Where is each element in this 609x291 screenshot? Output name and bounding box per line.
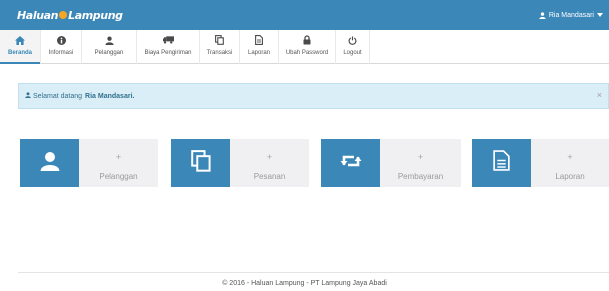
nav-label: Biaya Pengiriman xyxy=(144,50,192,56)
nav-label: Informasi xyxy=(48,50,74,56)
welcome-alert: Selamat datang Ria Mandasari. × xyxy=(18,83,609,109)
card-label: Pelanggan xyxy=(99,172,138,181)
alert-greeting: Selamat datang xyxy=(33,92,83,100)
user-icon xyxy=(40,151,60,176)
plus-icon: + xyxy=(417,152,424,162)
retweet-icon xyxy=(340,153,362,174)
copy-icon xyxy=(215,35,224,45)
user-icon xyxy=(104,35,114,45)
card-label: Pembayaran xyxy=(397,172,444,181)
truck-icon xyxy=(162,35,174,45)
nav-item-transaksi[interactable]: Transaksi xyxy=(200,30,239,64)
card-icon-box xyxy=(20,139,79,187)
nav-label: Pelanggan xyxy=(94,50,124,56)
brand-dot-icon xyxy=(59,11,68,19)
home-icon xyxy=(15,35,25,45)
lock-icon xyxy=(303,35,311,45)
nav-item-pelanggan[interactable]: Pelanggan xyxy=(82,30,136,64)
alert-message: Selamat datang Ria Mandasari. xyxy=(25,92,134,100)
card-pembayaran[interactable]: + Pembayaran xyxy=(321,139,461,187)
nav-item-beranda[interactable]: Beranda xyxy=(0,30,40,64)
nav-item-ubah-password[interactable]: Ubah Password xyxy=(279,30,335,64)
top-bar: Haluan Lampung Ria Mandasari xyxy=(0,0,609,30)
nav-item-informasi[interactable]: Informasi xyxy=(41,30,81,64)
brand-logo[interactable]: Haluan Lampung xyxy=(17,8,123,22)
document-icon xyxy=(493,150,510,176)
close-icon[interactable]: × xyxy=(597,90,602,100)
alert-user-name: Ria Mandasari. xyxy=(85,92,135,100)
main-nav: Beranda Informasi Pelanggan Biaya Pengir… xyxy=(0,30,609,64)
brand-name-right: Lampung xyxy=(68,8,123,22)
nav-label: Laporan xyxy=(247,50,271,56)
footer-text: © 2016 - Haluan Lampung - PT Lampung Jay… xyxy=(222,280,387,287)
card-pelanggan[interactable]: + Pelanggan xyxy=(20,139,158,187)
nav-label: Transaksi xyxy=(206,50,233,56)
user-icon xyxy=(25,92,31,100)
nav-label: Logout xyxy=(343,50,362,56)
info-icon xyxy=(56,35,66,45)
nav-divider xyxy=(369,30,370,64)
nav-item-biaya-pengiriman[interactable]: Biaya Pengiriman xyxy=(137,30,199,64)
caret-down-icon xyxy=(597,13,603,17)
brand-name-left: Haluan xyxy=(17,8,59,22)
card-laporan[interactable]: + Laporan xyxy=(472,139,609,187)
user-icon xyxy=(539,11,546,19)
card-icon-box xyxy=(171,139,230,187)
power-icon xyxy=(348,35,357,45)
user-name: Ria Mandasari xyxy=(548,11,594,19)
nav-label: Beranda xyxy=(7,50,32,56)
plus-icon: + xyxy=(115,152,122,162)
card-icon-box xyxy=(321,139,380,187)
card-label: Laporan xyxy=(555,172,585,181)
plus-icon: + xyxy=(567,152,573,162)
user-menu[interactable]: Ria Mandasari xyxy=(539,9,603,21)
footer-divider xyxy=(18,272,609,273)
card-pesanan[interactable]: + Pesanan xyxy=(171,139,309,187)
nav-item-laporan[interactable]: Laporan xyxy=(240,30,278,64)
copy-icon xyxy=(190,149,211,177)
card-icon-box xyxy=(472,139,531,187)
nav-label: Ubah Password xyxy=(285,50,329,56)
plus-icon: + xyxy=(266,152,273,162)
nav-item-logout[interactable]: Logout xyxy=(336,30,369,64)
document-icon xyxy=(255,35,263,45)
card-label: Pesanan xyxy=(253,172,286,181)
